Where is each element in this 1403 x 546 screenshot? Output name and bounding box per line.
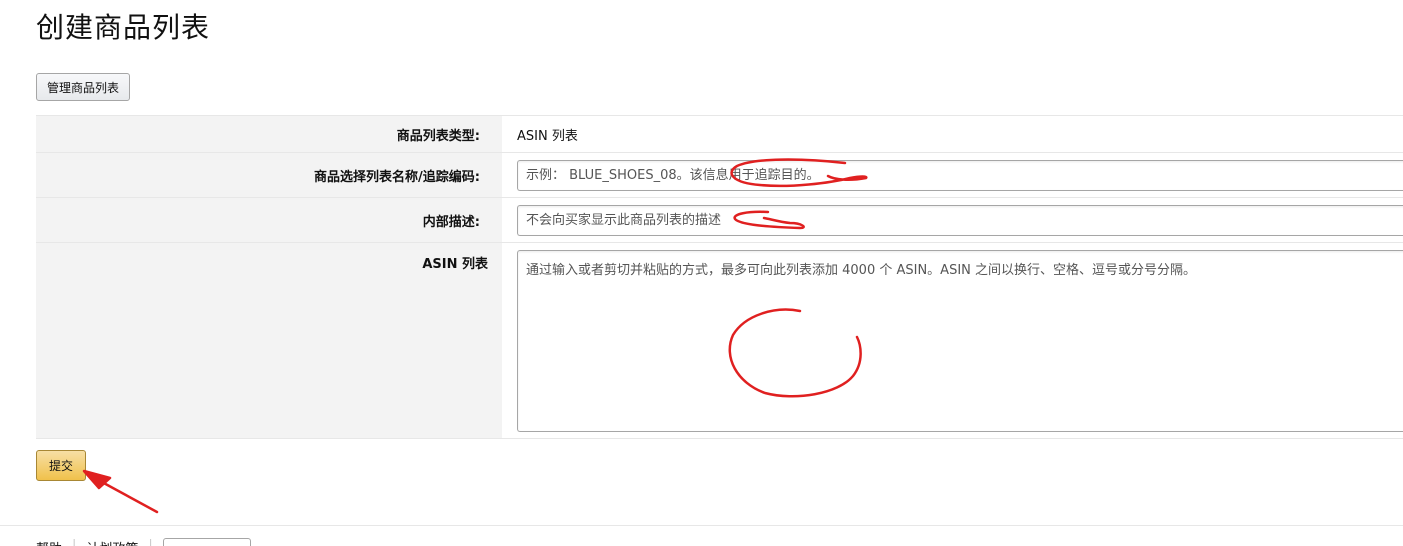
form-row-name: 商品选择列表名称/追踪编码: bbox=[36, 153, 1403, 198]
program-policy-link[interactable]: 计划政策 bbox=[86, 538, 138, 546]
asin-list-label: ASIN 列表 bbox=[36, 243, 502, 438]
list-name-input[interactable] bbox=[517, 159, 1403, 191]
page-title: 创建商品列表 bbox=[36, 11, 211, 44]
footer: 帮助 | 计划政策 | bbox=[36, 538, 251, 546]
internal-description-cell bbox=[502, 198, 1403, 242]
product-list-form: 商品列表类型: ASIN 列表 商品选择列表名称/追踪编码: 内部描述: ASI… bbox=[36, 115, 1403, 439]
annotation-arrow bbox=[87, 473, 159, 514]
footer-separator: | bbox=[72, 538, 77, 546]
footer-divider bbox=[0, 525, 1403, 526]
list-type-label: 商品列表类型: bbox=[36, 116, 502, 152]
form-row-description: 内部描述: bbox=[36, 198, 1403, 243]
list-name-cell bbox=[502, 153, 1403, 197]
asin-list-cell bbox=[502, 243, 1403, 438]
list-type-value: ASIN 列表 bbox=[517, 128, 578, 144]
annotation-arrowhead bbox=[82, 469, 112, 490]
form-row-type: 商品列表类型: ASIN 列表 bbox=[36, 116, 1403, 153]
footer-separator: | bbox=[148, 538, 153, 546]
form-row-asin: ASIN 列表 bbox=[36, 243, 1403, 439]
list-name-label: 商品选择列表名称/追踪编码: bbox=[36, 153, 502, 197]
create-product-list-page: 创建商品列表 管理商品列表 商品列表类型: ASIN 列表 商品选择列表名称/追… bbox=[0, 0, 1403, 546]
help-link[interactable]: 帮助 bbox=[36, 538, 62, 546]
language-select[interactable] bbox=[162, 538, 251, 546]
manage-product-lists-button[interactable]: 管理商品列表 bbox=[36, 73, 131, 101]
asin-list-textarea[interactable] bbox=[517, 250, 1403, 432]
internal-description-input[interactable] bbox=[517, 204, 1403, 236]
internal-description-label: 内部描述: bbox=[36, 198, 502, 242]
submit-button[interactable]: 提交 bbox=[36, 450, 86, 481]
